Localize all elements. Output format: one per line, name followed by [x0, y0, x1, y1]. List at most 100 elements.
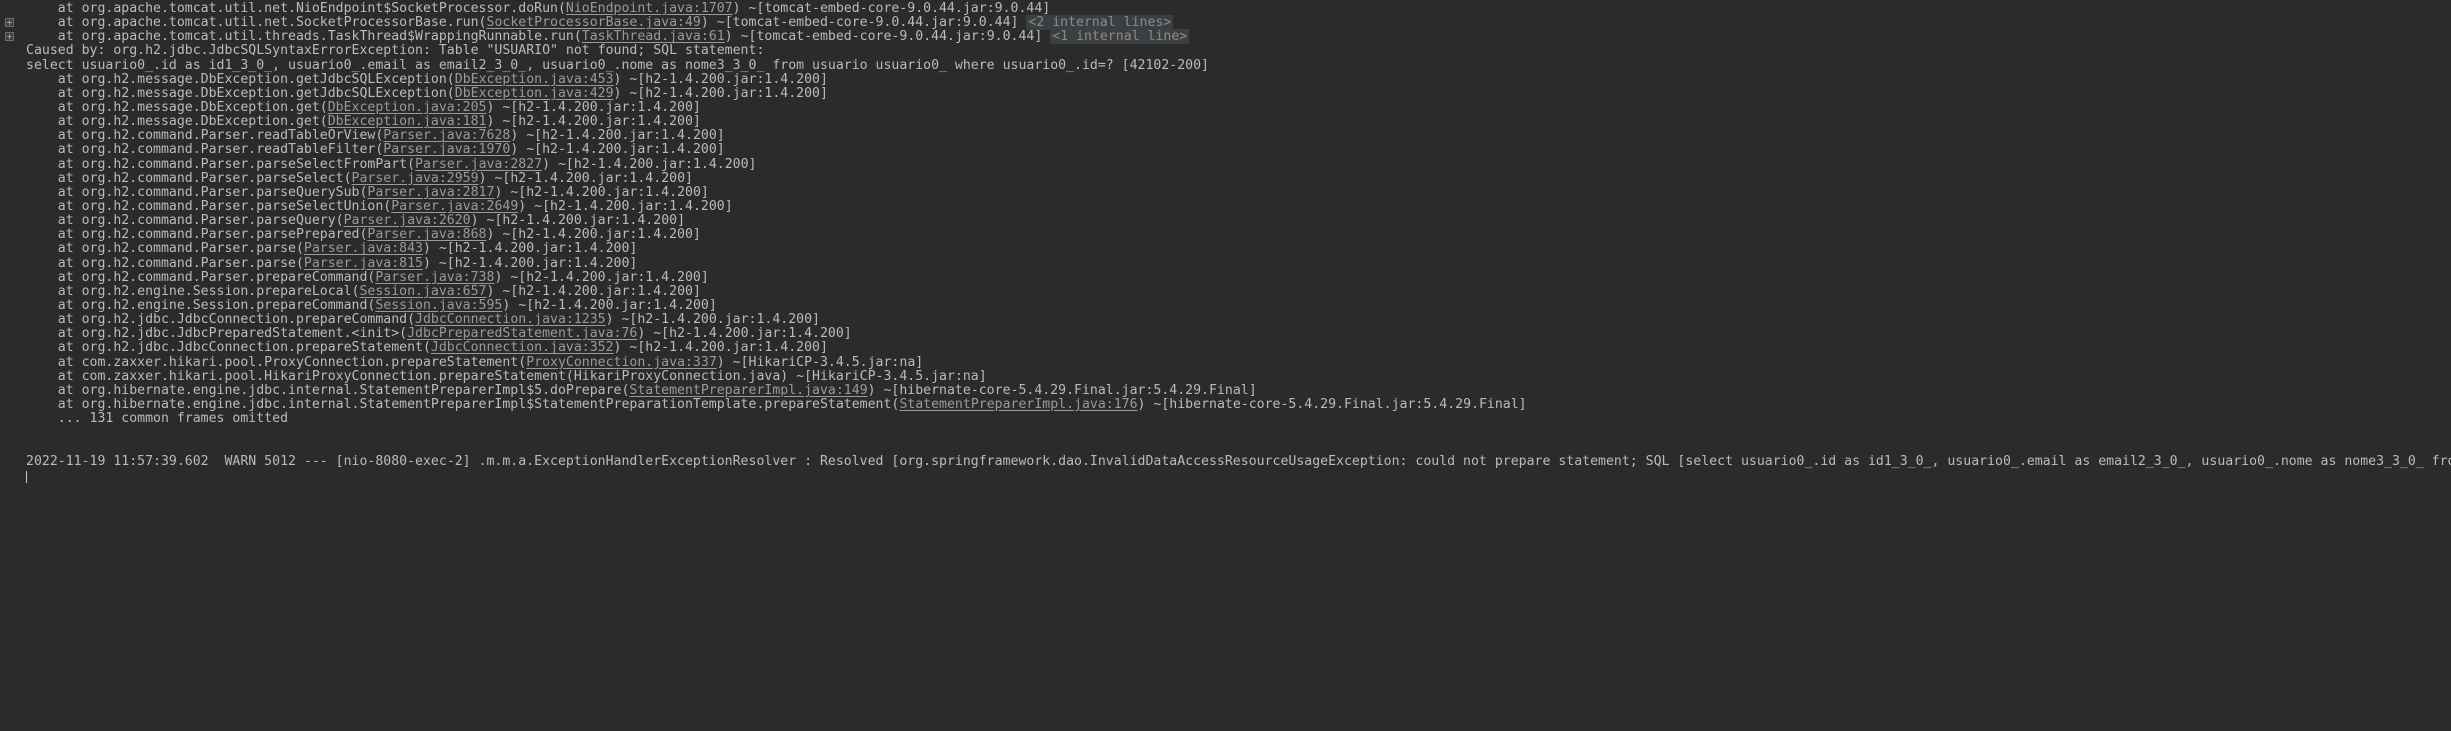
console-text: ) ~[h2-1.4.200.jar:1.4.200] [613, 71, 828, 87]
stacktrace-source-link[interactable]: NioEndpoint.java:1707 [566, 1, 733, 16]
stacktrace-source-link[interactable]: TaskThread.java:61 [582, 29, 725, 44]
stacktrace-source-link[interactable]: Parser.java:738 [375, 270, 494, 285]
stacktrace-source-link[interactable]: Parser.java:2620 [344, 213, 471, 228]
console-line: at org.h2.engine.Session.prepareLocal(Se… [0, 283, 2451, 299]
console-line: at com.zaxxer.hikari.pool.ProxyConnectio… [0, 354, 2451, 370]
stacktrace-source-link[interactable]: DbException.java:205 [328, 100, 487, 115]
console-line: at org.h2.message.DbException.getJdbcSQL… [0, 85, 2451, 101]
console-line: at org.h2.message.DbException.getJdbcSQL… [0, 71, 2451, 87]
console-text: at org.h2.command.Parser.readTableOrView… [26, 128, 384, 144]
console-line: at org.h2.engine.Session.prepareCommand(… [0, 297, 2451, 313]
stacktrace-source-link[interactable]: SocketProcessorBase.java:49 [487, 15, 701, 30]
stacktrace-source-link[interactable]: JdbcConnection.java:1235 [415, 312, 606, 327]
console-line: at org.apache.tomcat.util.threads.TaskTh… [0, 29, 2451, 45]
console-line: 2022-11-19 11:57:39.602 WARN 5012 --- [n… [0, 453, 2451, 469]
console-text: at com.zaxxer.hikari.pool.ProxyConnectio… [26, 354, 527, 370]
console-text: ... 131 common frames omitted [26, 411, 289, 427]
console-line: at org.h2.command.Parser.readTableFilter… [0, 143, 2451, 157]
console-text: at com.zaxxer.hikari.pool.HikariProxyCon… [26, 368, 987, 384]
console-output-panel[interactable]: at org.apache.tomcat.util.net.NioEndpoin… [0, 0, 2451, 731]
console-text: at org.h2.command.Parser.prepareCommand( [26, 269, 376, 285]
console-text: at org.hibernate.engine.jdbc.internal.St… [26, 382, 630, 398]
console-text: ) ~[h2-1.4.200.jar:1.4.200] [486, 114, 701, 130]
stacktrace-source-link[interactable]: StatementPreparerImpl.java:176 [899, 397, 1137, 412]
console-line: at org.h2.command.Parser.parseSelectFrom… [0, 156, 2451, 172]
console-line: at org.apache.tomcat.util.net.SocketProc… [0, 15, 2451, 31]
console-text: ) ~[h2-1.4.200.jar:1.4.200] [502, 297, 717, 313]
console-text: ) ~[tomcat-embed-core-9.0.44.jar:9.0.44] [732, 1, 1051, 16]
console-line: at org.h2.command.Parser.parse(Parser.ja… [0, 255, 2451, 271]
console-text: ) ~[tomcat-embed-core-9.0.44.jar:9.0.44] [724, 29, 1051, 45]
stacktrace-source-link[interactable]: DbException.java:453 [455, 72, 614, 87]
expand-plus-icon[interactable] [5, 18, 14, 28]
console-text: ) ~[h2-1.4.200.jar:1.4.200] [422, 255, 638, 271]
stacktrace-source-link[interactable]: DbException.java:429 [455, 86, 614, 101]
collapsed-frames-badge[interactable]: <1 internal line> [1050, 29, 1190, 45]
console-line: at org.h2.command.Parser.parse(Parser.ja… [0, 242, 2451, 256]
console-text: at org.h2.message.DbException.get( [26, 99, 328, 115]
console-text: ) ~[h2-1.4.200.jar:1.4.200] [494, 184, 709, 200]
stacktrace-source-link[interactable]: Parser.java:7628 [383, 128, 510, 143]
stacktrace-source-link[interactable]: Parser.java:1970 [383, 142, 510, 157]
stacktrace-source-link[interactable]: Parser.java:868 [367, 227, 486, 242]
console-text: ) ~[hibernate-core-5.4.29.Final.jar:5.4.… [867, 382, 1257, 398]
console-text: at org.h2.message.DbException.get( [26, 114, 328, 130]
stacktrace-source-link[interactable]: DbException.java:181 [328, 114, 487, 129]
console-line: at org.h2.command.Parser.parseQuerySub(P… [0, 184, 2451, 200]
console-text: at org.h2.command.Parser.readTableFilter… [26, 142, 384, 158]
console-line: at org.apache.tomcat.util.net.NioEndpoin… [0, 1, 2451, 16]
expand-plus-icon[interactable] [5, 32, 14, 42]
console-text: select usuario0_.id as id1_3_0_, usuario… [26, 57, 1209, 73]
stacktrace-source-link[interactable]: Parser.java:2649 [391, 199, 518, 214]
console-text: ) ~[h2-1.4.200.jar:1.4.200] [613, 340, 828, 356]
stacktrace-source-link[interactable]: Parser.java:2827 [415, 157, 542, 172]
console-text: at org.apache.tomcat.util.threads.TaskTh… [26, 29, 582, 45]
console-line: select usuario0_.id as id1_3_0_, usuario… [0, 57, 2451, 73]
console-text: ) ~[h2-1.4.200.jar:1.4.200] [518, 198, 733, 214]
stacktrace-source-link[interactable]: Parser.java:843 [304, 241, 423, 256]
console-line: at org.h2.command.Parser.prepareCommand(… [0, 269, 2451, 285]
stacktrace-source-link[interactable]: Session.java:595 [375, 298, 502, 313]
stacktrace-source-link[interactable]: Session.java:657 [359, 284, 486, 299]
console-text: at org.apache.tomcat.util.net.NioEndpoin… [26, 1, 566, 16]
console-line: at org.h2.command.Parser.parseSelect(Par… [0, 170, 2451, 186]
console-line: at org.h2.message.DbException.get(DbExce… [0, 115, 2451, 129]
stacktrace-source-link[interactable]: JdbcConnection.java:352 [431, 340, 614, 355]
console-line: at org.h2.command.Parser.parsePrepared(P… [0, 228, 2451, 242]
stacktrace-source-link[interactable]: JdbcPreparedStatement.java:76 [407, 326, 637, 341]
console-line: at org.h2.message.DbException.get(DbExce… [0, 99, 2451, 115]
console-text: ) ~[h2-1.4.200.jar:1.4.200] [422, 241, 638, 257]
console-line: at org.hibernate.engine.jdbc.internal.St… [0, 382, 2451, 398]
collapsed-frames-badge[interactable]: <2 internal lines> [1026, 15, 1174, 31]
console-text: at org.h2.engine.Session.prepareLocal( [26, 283, 360, 299]
console-text: Caused by: org.h2.jdbc.JdbcSQLSyntaxErro… [26, 43, 765, 59]
console-line: at org.h2.command.Parser.readTableOrView… [0, 129, 2451, 143]
console-text: ) ~[h2-1.4.200.jar:1.4.200] [637, 326, 852, 342]
stacktrace-source-link[interactable]: ProxyConnection.java:337 [526, 355, 717, 370]
console-text: at org.h2.message.DbException.getJdbcSQL… [26, 85, 455, 101]
console-text: ) ~[h2-1.4.200.jar:1.4.200] [494, 269, 709, 285]
console-line: ... 131 common frames omitted [0, 412, 2451, 426]
console-text: at org.h2.engine.Session.prepareCommand( [26, 297, 376, 313]
console-text: ) ~[h2-1.4.200.jar:1.4.200] [510, 128, 725, 144]
console-text: at org.h2.command.Parser.parseSelect( [26, 170, 352, 186]
console-text: at org.h2.jdbc.JdbcPreparedStatement.<in… [26, 326, 408, 342]
console-text: ) ~[hibernate-core-5.4.29.Final.jar:5.4.… [1137, 396, 1527, 412]
console-text: ) ~[h2-1.4.200.jar:1.4.200] [613, 85, 828, 101]
console-text: ) ~[h2-1.4.200.jar:1.4.200] [486, 227, 701, 243]
console-line: at org.h2.command.Parser.parseSelectUnio… [0, 198, 2451, 214]
console-text: at org.h2.command.Parser.parseQuerySub( [26, 184, 368, 200]
console-line: at com.zaxxer.hikari.pool.HikariProxyCon… [0, 368, 2451, 384]
console-line: Caused by: org.h2.jdbc.JdbcSQLSyntaxErro… [0, 44, 2451, 58]
stacktrace-source-link[interactable]: Parser.java:815 [304, 256, 423, 271]
console-line: at org.h2.jdbc.JdbcConnection.prepareCom… [0, 313, 2451, 327]
console-text: at org.h2.jdbc.JdbcConnection.prepareSta… [26, 340, 431, 356]
stacktrace-source-link[interactable]: Parser.java:2959 [352, 171, 479, 186]
console-text: at org.h2.command.Parser.parseSelectFrom… [26, 156, 416, 172]
console-text: 2022-11-19 11:57:39.602 WARN 5012 --- [n… [26, 453, 2451, 469]
stacktrace-source-link[interactable]: Parser.java:2817 [367, 185, 494, 200]
console-text: at org.h2.jdbc.JdbcConnection.prepareCom… [26, 312, 416, 328]
stacktrace-source-link[interactable]: StatementPreparerImpl.java:149 [629, 383, 867, 398]
